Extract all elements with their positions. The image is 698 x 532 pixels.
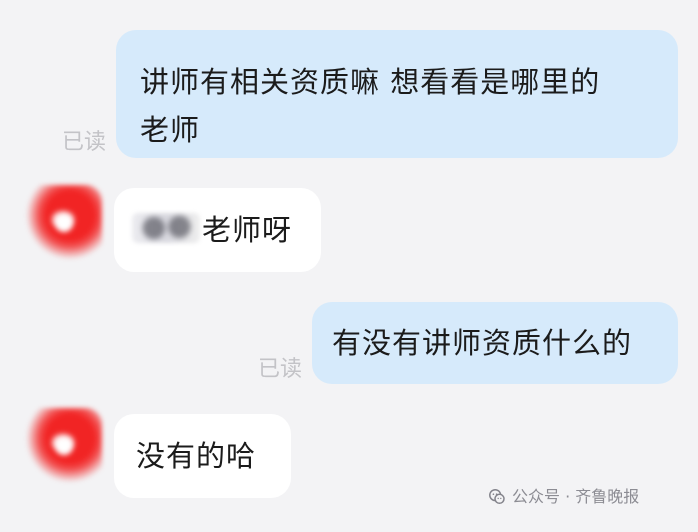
- incoming-message-text-2: 没有的哈: [136, 439, 257, 473]
- incoming-message-text-1: 老师呀: [202, 213, 293, 247]
- incoming-message-bubble-2[interactable]: 没有的哈: [114, 414, 291, 498]
- watermark-text: 公众号 · 齐鲁晚报: [512, 487, 640, 506]
- outgoing-message-bubble-1[interactable]: 讲师有相关资质嘛 想看看是哪里的 老师: [116, 30, 678, 158]
- message-line-2: 老师: [140, 113, 201, 147]
- contact-avatar-1[interactable]: [26, 185, 102, 261]
- avatar-blur-mark-1: [52, 211, 74, 227]
- wechat-official-account-icon: [489, 488, 505, 505]
- read-receipt-1: 已读: [62, 130, 107, 155]
- chat-conversation: 已读 讲师有相关资质嘛 想看看是哪里的 老师 老师呀 已读 有没有讲师资质什么的…: [0, 0, 698, 532]
- blurred-name: [132, 213, 200, 243]
- contact-avatar-2[interactable]: [26, 408, 102, 484]
- read-receipt-2: 已读: [258, 357, 303, 382]
- outgoing-message-text-2: 有没有讲师资质什么的: [332, 326, 633, 360]
- message-line-1: 讲师有相关资质嘛 想看看是哪里的: [140, 65, 601, 99]
- avatar-blur-mark-2: [52, 434, 74, 450]
- outgoing-message-bubble-2[interactable]: 有没有讲师资质什么的: [312, 302, 678, 384]
- watermark: 公众号 · 齐鲁晚报: [488, 485, 688, 509]
- incoming-message-bubble-1[interactable]: 老师呀: [114, 188, 321, 272]
